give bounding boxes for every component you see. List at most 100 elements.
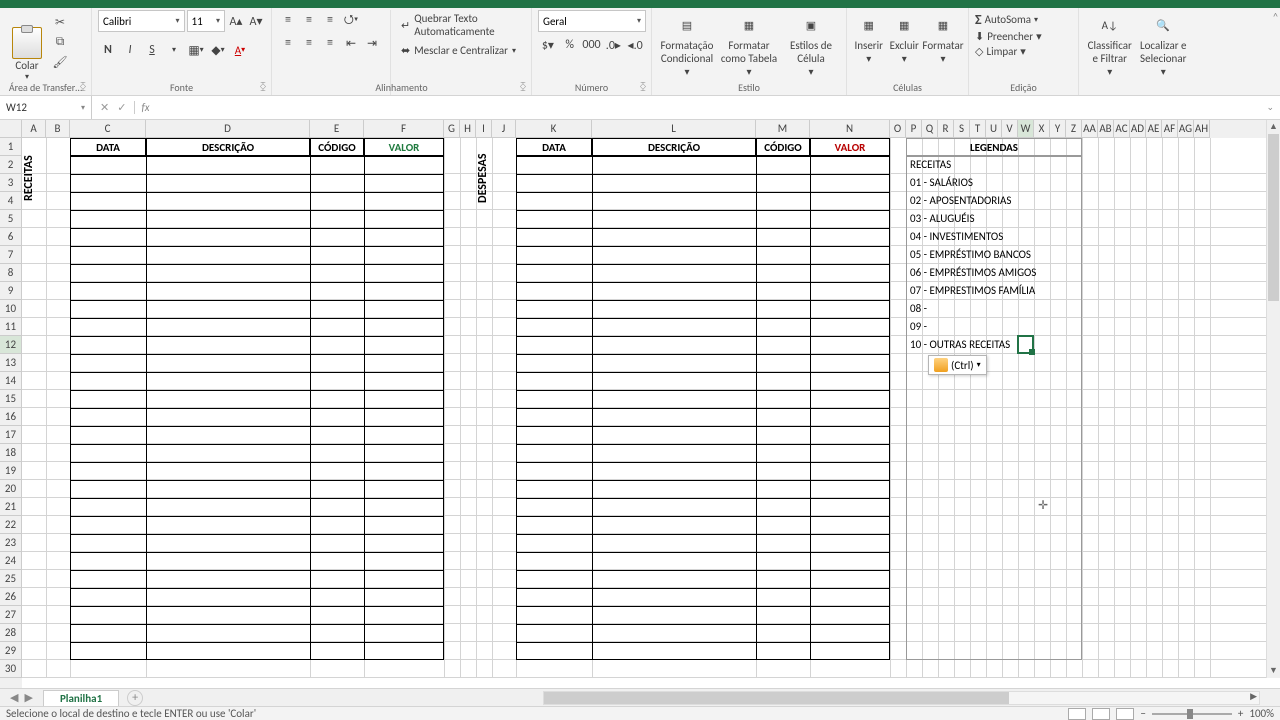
- row-header[interactable]: 8: [0, 264, 22, 282]
- row-header[interactable]: 15: [0, 390, 22, 408]
- col-header[interactable]: T: [970, 120, 986, 138]
- col-header[interactable]: C: [70, 120, 146, 138]
- col-header[interactable]: AE: [1146, 120, 1162, 138]
- scroll-down-icon[interactable]: ▼: [1267, 664, 1280, 678]
- col-header[interactable]: D: [146, 120, 310, 138]
- zoom-in-icon[interactable]: +: [1238, 707, 1243, 720]
- bold-button[interactable]: N: [98, 40, 118, 60]
- col-header[interactable]: Q: [922, 120, 938, 138]
- col-header[interactable]: X: [1034, 120, 1050, 138]
- fill-button[interactable]: ⬇Preencher▾: [975, 29, 1042, 44]
- find-select-button[interactable]: 🔍Localizar e Selecionar▾: [1139, 10, 1189, 95]
- col-header[interactable]: J: [492, 120, 516, 138]
- clear-button[interactable]: ◇Limpar▾: [975, 44, 1042, 59]
- col-header[interactable]: G: [444, 120, 460, 138]
- col-header[interactable]: B: [46, 120, 70, 138]
- row-header[interactable]: 3: [0, 174, 22, 192]
- col-header[interactable]: H: [460, 120, 476, 138]
- col-header[interactable]: AH: [1194, 120, 1210, 138]
- col-header[interactable]: E: [310, 120, 364, 138]
- row-header[interactable]: 9: [0, 282, 22, 300]
- page-layout-icon[interactable]: [1092, 708, 1110, 720]
- col-header[interactable]: I: [476, 120, 492, 138]
- paste-options-button[interactable]: (Ctrl)▾: [928, 355, 987, 375]
- underline-button[interactable]: S: [142, 40, 162, 60]
- row-header[interactable]: 17: [0, 426, 22, 444]
- merge-button[interactable]: ⬌Mesclar e Centralizar▾: [397, 42, 525, 59]
- row-header[interactable]: 29: [0, 642, 22, 660]
- clipboard-launcher[interactable]: ⧰: [77, 81, 89, 93]
- row-header[interactable]: 4: [0, 192, 22, 210]
- row-header[interactable]: 14: [0, 372, 22, 390]
- row-header[interactable]: 7: [0, 246, 22, 264]
- row-header[interactable]: 25: [0, 570, 22, 588]
- normal-view-icon[interactable]: [1068, 708, 1086, 720]
- align-launcher[interactable]: ⧰: [517, 81, 529, 93]
- row-header[interactable]: 11: [0, 318, 22, 336]
- col-header[interactable]: O: [890, 120, 906, 138]
- number-format-combo[interactable]: Geral▾: [538, 10, 646, 32]
- next-sheet-icon[interactable]: ▶: [24, 691, 32, 704]
- expand-formula-icon[interactable]: ⌄: [1260, 102, 1280, 113]
- dec-decimal-icon[interactable]: ◂.0: [625, 35, 645, 55]
- row-header[interactable]: 12: [0, 336, 22, 354]
- col-header[interactable]: N: [810, 120, 890, 138]
- sort-filter-button[interactable]: A↓Classificar e Filtrar▾: [1085, 10, 1135, 95]
- dedent-icon[interactable]: ⇤: [341, 33, 361, 53]
- row-header[interactable]: 30: [0, 660, 22, 678]
- wrap-text-button[interactable]: ↵Quebrar Texto Automaticamente: [397, 10, 525, 40]
- fx-icon[interactable]: fx: [134, 101, 149, 114]
- select-all-corner[interactable]: [0, 120, 22, 138]
- col-header[interactable]: F: [364, 120, 444, 138]
- col-header[interactable]: AD: [1130, 120, 1146, 138]
- indent-icon[interactable]: ⇥: [362, 33, 382, 53]
- row-header[interactable]: 2: [0, 156, 22, 174]
- autosum-button[interactable]: ΣAutoSoma▾: [975, 10, 1042, 29]
- row-header[interactable]: 6: [0, 228, 22, 246]
- comma-icon[interactable]: 000: [582, 35, 602, 55]
- cancel-icon[interactable]: ✕: [100, 101, 109, 114]
- shrink-font-icon[interactable]: A▾: [247, 11, 265, 31]
- col-header[interactable]: S: [954, 120, 970, 138]
- row-header[interactable]: 21: [0, 498, 22, 516]
- row-header[interactable]: 20: [0, 480, 22, 498]
- col-header[interactable]: M: [756, 120, 810, 138]
- orientation-icon[interactable]: ⭯▾: [341, 10, 361, 30]
- name-box[interactable]: W12▾: [0, 96, 92, 119]
- font-launcher[interactable]: ⧰: [257, 81, 269, 93]
- col-header[interactable]: P: [906, 120, 922, 138]
- scroll-up-icon[interactable]: ▲: [1267, 120, 1280, 134]
- col-header[interactable]: AA: [1082, 120, 1098, 138]
- vscroll-thumb[interactable]: [1268, 134, 1279, 301]
- col-header[interactable]: AB: [1098, 120, 1114, 138]
- grow-font-icon[interactable]: A▴: [227, 11, 245, 31]
- align-left-icon[interactable]: ≡: [278, 33, 298, 53]
- inc-decimal-icon[interactable]: .0▸: [604, 35, 624, 55]
- row-header[interactable]: 10: [0, 300, 22, 318]
- col-header[interactable]: AC: [1114, 120, 1130, 138]
- col-header[interactable]: K: [516, 120, 592, 138]
- italic-button[interactable]: I: [120, 40, 140, 60]
- col-header[interactable]: L: [592, 120, 756, 138]
- percent-icon[interactable]: %: [560, 35, 580, 55]
- col-header[interactable]: Z: [1066, 120, 1082, 138]
- zoom-slider[interactable]: [1152, 713, 1232, 715]
- number-launcher[interactable]: ⧰: [637, 81, 649, 93]
- row-header[interactable]: 24: [0, 552, 22, 570]
- horizontal-scrollbar[interactable]: ◀ ▶: [543, 691, 1260, 705]
- row-header[interactable]: 26: [0, 588, 22, 606]
- row-header[interactable]: 18: [0, 444, 22, 462]
- col-header[interactable]: V: [1002, 120, 1018, 138]
- zoom-out-icon[interactable]: −: [1140, 707, 1145, 720]
- add-sheet-button[interactable]: +: [127, 690, 143, 706]
- page-break-icon[interactable]: [1116, 708, 1134, 720]
- enter-icon[interactable]: ✓: [117, 101, 126, 114]
- borders-icon[interactable]: ▦▾: [186, 40, 206, 60]
- align-bot-icon[interactable]: ≡: [320, 10, 340, 30]
- row-header[interactable]: 19: [0, 462, 22, 480]
- align-mid-icon[interactable]: ≡: [299, 10, 319, 30]
- row-header[interactable]: 27: [0, 606, 22, 624]
- row-header[interactable]: 5: [0, 210, 22, 228]
- col-header[interactable]: Y: [1050, 120, 1066, 138]
- row-header[interactable]: 28: [0, 624, 22, 642]
